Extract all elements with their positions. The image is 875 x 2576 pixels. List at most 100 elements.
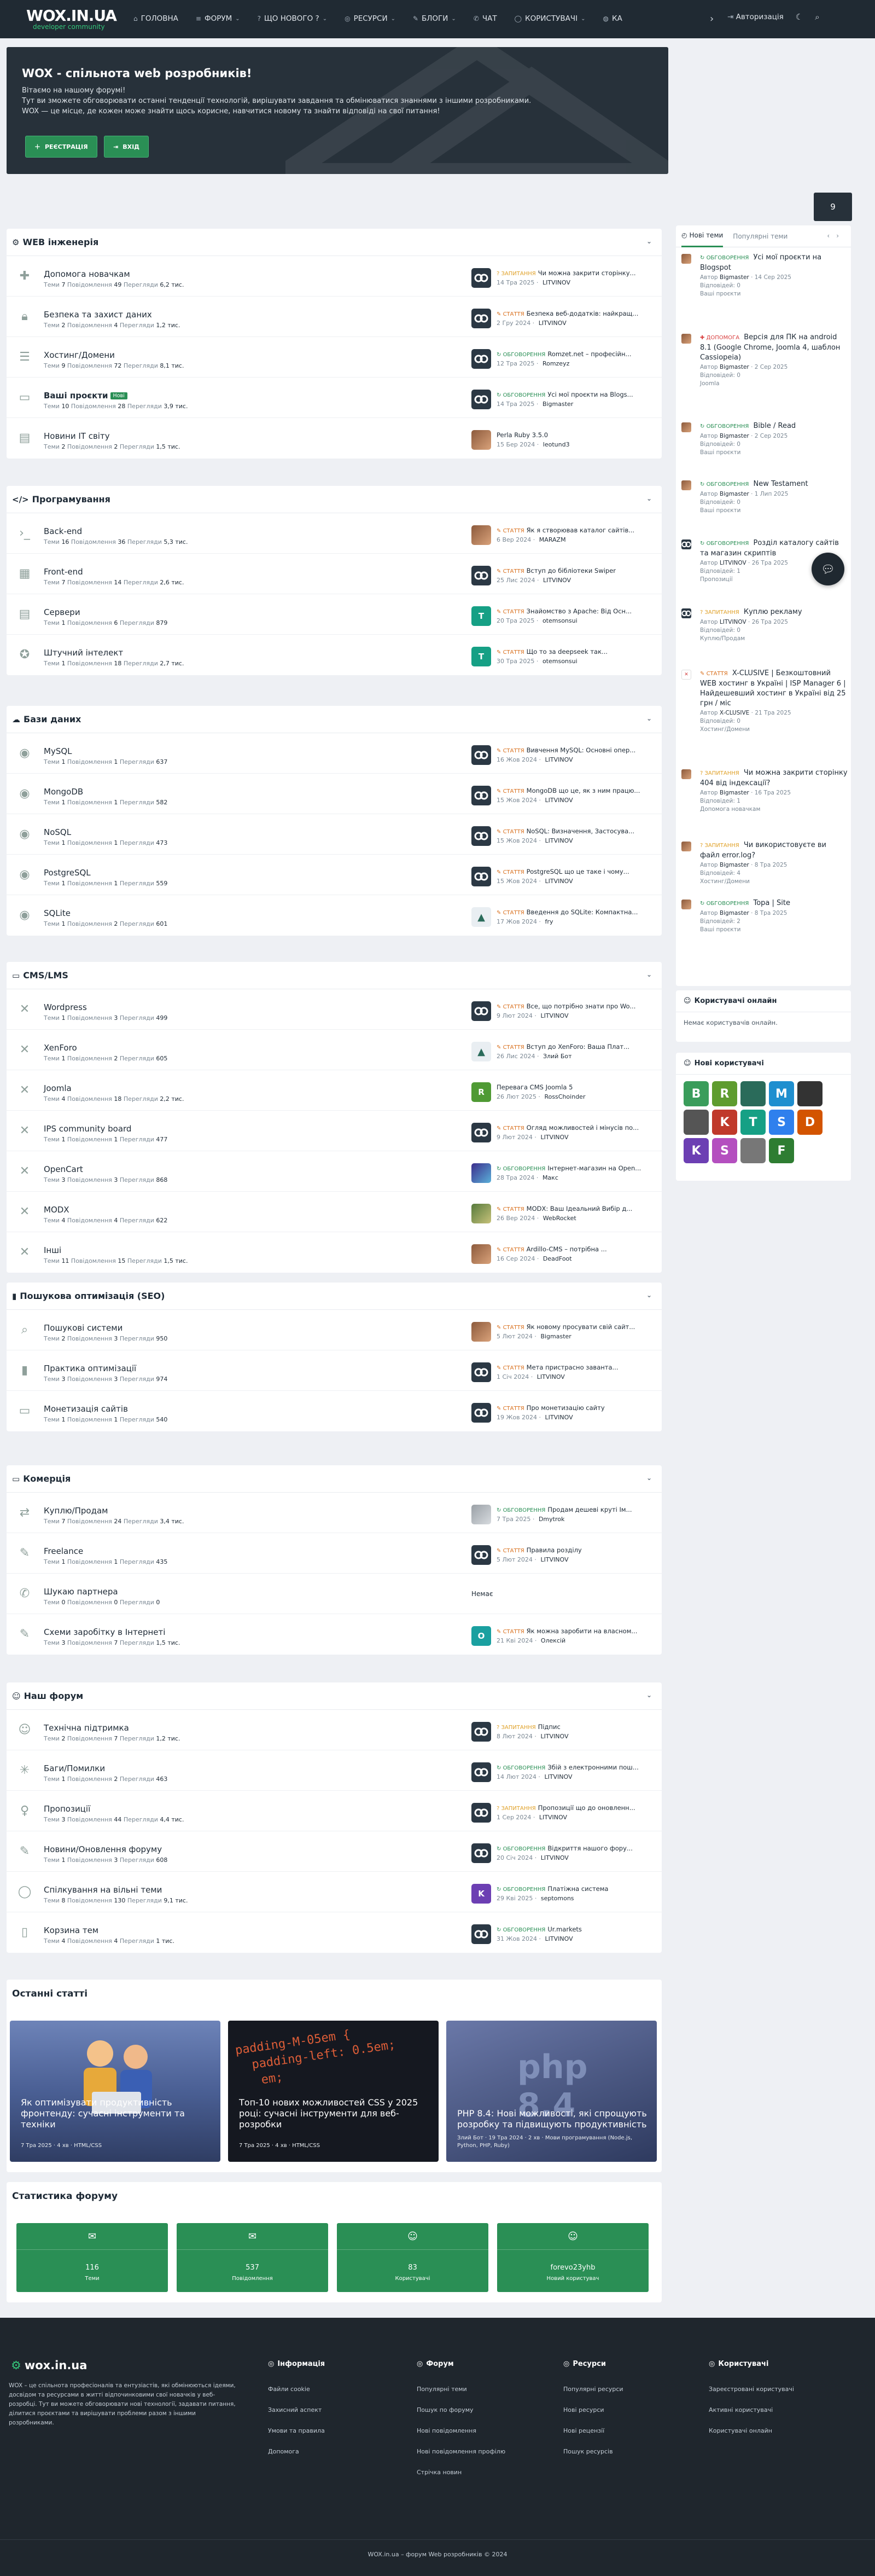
forum-node-title[interactable]: Пошукові системи	[44, 1323, 122, 1333]
category-header[interactable]: ▭ Комерція ⌄	[7, 1465, 662, 1493]
forum-node-title[interactable]: Куплю/Продам	[44, 1506, 108, 1516]
footer-link[interactable]: Користувачі онлайн	[709, 2421, 794, 2441]
forum-node-title[interactable]: Пропозиції	[44, 1804, 90, 1814]
nav-item[interactable]: ≡ ФОРУМ ⌄	[187, 12, 249, 25]
avatar[interactable]	[471, 1505, 491, 1524]
footer-link[interactable]: Активні користувачі	[709, 2400, 794, 2421]
last-post-user[interactable]: Romzeyz	[542, 360, 569, 367]
user-avatar[interactable]: R	[712, 1081, 737, 1106]
thread-author[interactable]: Bigmaster	[720, 790, 749, 796]
thread-forum[interactable]: Ваші проєкти	[700, 926, 787, 934]
collapse-icon[interactable]: ⌄	[646, 237, 652, 245]
last-post-title[interactable]: ✎ СТАТТЯ Огляд можливостей і мінусів по..…	[497, 1124, 655, 1132]
chat-bubble-icon[interactable]: 💬︎	[812, 553, 844, 585]
last-post-user[interactable]: LITVINOV	[544, 1773, 572, 1780]
forum-node-title[interactable]: Новини IT світу	[44, 431, 110, 441]
avatar[interactable]	[471, 1803, 491, 1823]
forum-node-title[interactable]: Freelance	[44, 1546, 83, 1556]
last-post-user[interactable]: LITVINOV	[540, 1556, 568, 1563]
last-post-user[interactable]: LITVINOV	[539, 320, 567, 327]
user-avatar[interactable]	[740, 1081, 766, 1106]
last-post-user[interactable]: fry	[545, 918, 553, 925]
chevron-down-icon[interactable]: ⌄	[323, 16, 327, 22]
site-logo[interactable]: WOX.IN.UA developer community	[26, 8, 117, 31]
last-post-user[interactable]: otemsonsui	[542, 617, 578, 624]
avatar[interactable]	[471, 786, 491, 805]
avatar[interactable]	[471, 826, 491, 846]
register-button[interactable]: ＋ РЕЄСТРАЦІЯ	[25, 136, 97, 158]
avatar[interactable]	[471, 867, 491, 886]
last-post-title[interactable]: ✎ СТАТТЯ Безпека веб-додатків: найкращ...	[497, 310, 655, 317]
thread-forum[interactable]: Допомога новачкам	[700, 805, 791, 814]
sidebar-thread-title[interactable]: ? ЗАПИТАННЯ Куплю рекламу	[700, 607, 848, 618]
last-post-title[interactable]: ↻ ОБГОВОРЕННЯ Усі мої проєкти на Blogs...	[497, 391, 655, 398]
footer-link[interactable]: Стрічка новин	[417, 2462, 505, 2483]
thread-author[interactable]: LITVINOV	[720, 560, 746, 566]
nav-item[interactable]: ✎ БЛОГИ ⌄	[404, 12, 465, 25]
avatar[interactable]	[471, 1322, 491, 1342]
avatar[interactable]	[471, 349, 491, 369]
last-post-title[interactable]: ✎ СТАТТЯ Що то за deepseek так...	[497, 648, 655, 655]
avatar[interactable]	[471, 390, 491, 409]
sidebar-thread-title[interactable]: ? ЗАПИТАННЯ Чи можна закрити сторінку 40…	[700, 768, 848, 788]
last-post-title[interactable]: ✎ СТАТТЯ Введення до SQLite: Компактна...	[497, 908, 655, 916]
last-post-title[interactable]: ↻ ОБГОВОРЕННЯ Платіжна система	[497, 1885, 655, 1893]
avatar[interactable]: ✕	[681, 670, 691, 680]
last-post-title[interactable]: ✎ СТАТТЯ Правила розділу	[497, 1546, 655, 1554]
last-post-user[interactable]: Злий Бот	[543, 1053, 572, 1060]
last-post-user[interactable]: Олексій	[541, 1637, 565, 1644]
last-post-user[interactable]: LITVINOV	[542, 279, 570, 286]
user-avatar[interactable]: S	[712, 1138, 737, 1163]
thread-forum[interactable]: Хостинг/Домени	[700, 726, 791, 734]
last-post-user[interactable]: MARAZM	[539, 536, 566, 543]
forum-node-title[interactable]: NoSQL	[44, 827, 71, 837]
avatar[interactable]	[681, 422, 691, 432]
avatar[interactable]	[471, 1843, 491, 1863]
user-avatar[interactable]	[740, 1138, 766, 1163]
user-avatar[interactable]: D	[797, 1110, 822, 1135]
last-post-user[interactable]: Bigmaster	[542, 401, 573, 408]
thread-forum[interactable]: Пропозиції	[700, 576, 788, 584]
tab-popular-threads[interactable]: Популярні теми	[733, 225, 788, 247]
forum-node-title[interactable]: Ваші проєкти Нові	[44, 391, 127, 401]
last-post-title[interactable]: ↻ ОБГОВОРЕННЯ Romzet.net – професійн...	[497, 350, 655, 358]
avatar[interactable]: ▲	[471, 1042, 491, 1061]
forum-node-title[interactable]: Wordpress	[44, 1002, 87, 1012]
last-post-user[interactable]: DeadFoot	[543, 1255, 572, 1262]
last-post-title[interactable]: ✎ СТАТТЯ Вступ до бібліотеки Swiper	[497, 567, 655, 575]
chevron-down-icon[interactable]: ⌄	[391, 16, 395, 22]
last-post-title[interactable]: ✎ СТАТТЯ MODX: Ваш Ідеальний Вибір д...	[497, 1205, 655, 1212]
avatar[interactable]	[471, 1545, 491, 1565]
footer-link[interactable]: Нові ресурси	[563, 2400, 623, 2421]
last-post-title[interactable]: ✎ СТАТТЯ Вступ до XenForo: Ваша Плат...	[497, 1043, 655, 1051]
forum-node-title[interactable]: OpenCart	[44, 1164, 83, 1174]
thread-forum[interactable]: Ваші проєкти	[700, 290, 791, 298]
last-post-user[interactable]: WebRocket	[543, 1215, 576, 1222]
forum-node-title[interactable]: XenForo	[44, 1043, 77, 1053]
footer-link[interactable]: Пошук ресурсів	[563, 2441, 623, 2462]
sidebar-thread-title[interactable]: ↻ ОБГОВОРЕННЯ Bible / Read	[700, 421, 848, 432]
last-post-title[interactable]: ✎ СТАТТЯ PostgreSQL що це таке і чому...	[497, 868, 655, 875]
footer-link[interactable]: Умови та правила	[268, 2421, 325, 2441]
thread-forum[interactable]: Хостинг/Домени	[700, 878, 787, 886]
thread-author[interactable]: Bigmaster	[720, 364, 749, 370]
category-header[interactable]: ▭ CMS/LMS ⌄	[7, 962, 662, 989]
last-post-user[interactable]: Макс	[542, 1174, 558, 1181]
forum-node-title[interactable]: Інші	[44, 1245, 61, 1255]
footer-link[interactable]: Популярні теми	[417, 2379, 505, 2400]
collapse-icon[interactable]: ⌄	[646, 495, 652, 502]
collapse-icon[interactable]: ⌄	[646, 715, 652, 722]
last-post-user[interactable]: leotund3	[543, 441, 570, 448]
last-post-title[interactable]: ✎ СТАТТЯ Все, що потрібно знати про Wo...	[497, 1002, 655, 1010]
footer-link[interactable]: Зареєстровані користувачі	[709, 2379, 794, 2400]
last-post-title[interactable]: ✎ СТАТТЯ MongoDB що це, як з ним працю...	[497, 787, 655, 794]
nav-item[interactable]: ◎ РЕСУРСИ ⌄	[336, 12, 404, 25]
last-post-title[interactable]: Perla Ruby 3.5.0	[497, 431, 655, 439]
last-post-user[interactable]: LITVINOV	[543, 577, 571, 584]
avatar[interactable]	[681, 608, 691, 618]
thread-forum[interactable]: Ваші проєкти	[700, 449, 788, 457]
avatar[interactable]	[471, 1362, 491, 1382]
search-icon[interactable]: ⌕	[815, 12, 819, 22]
avatar[interactable]	[681, 480, 691, 490]
avatar[interactable]	[681, 769, 691, 779]
